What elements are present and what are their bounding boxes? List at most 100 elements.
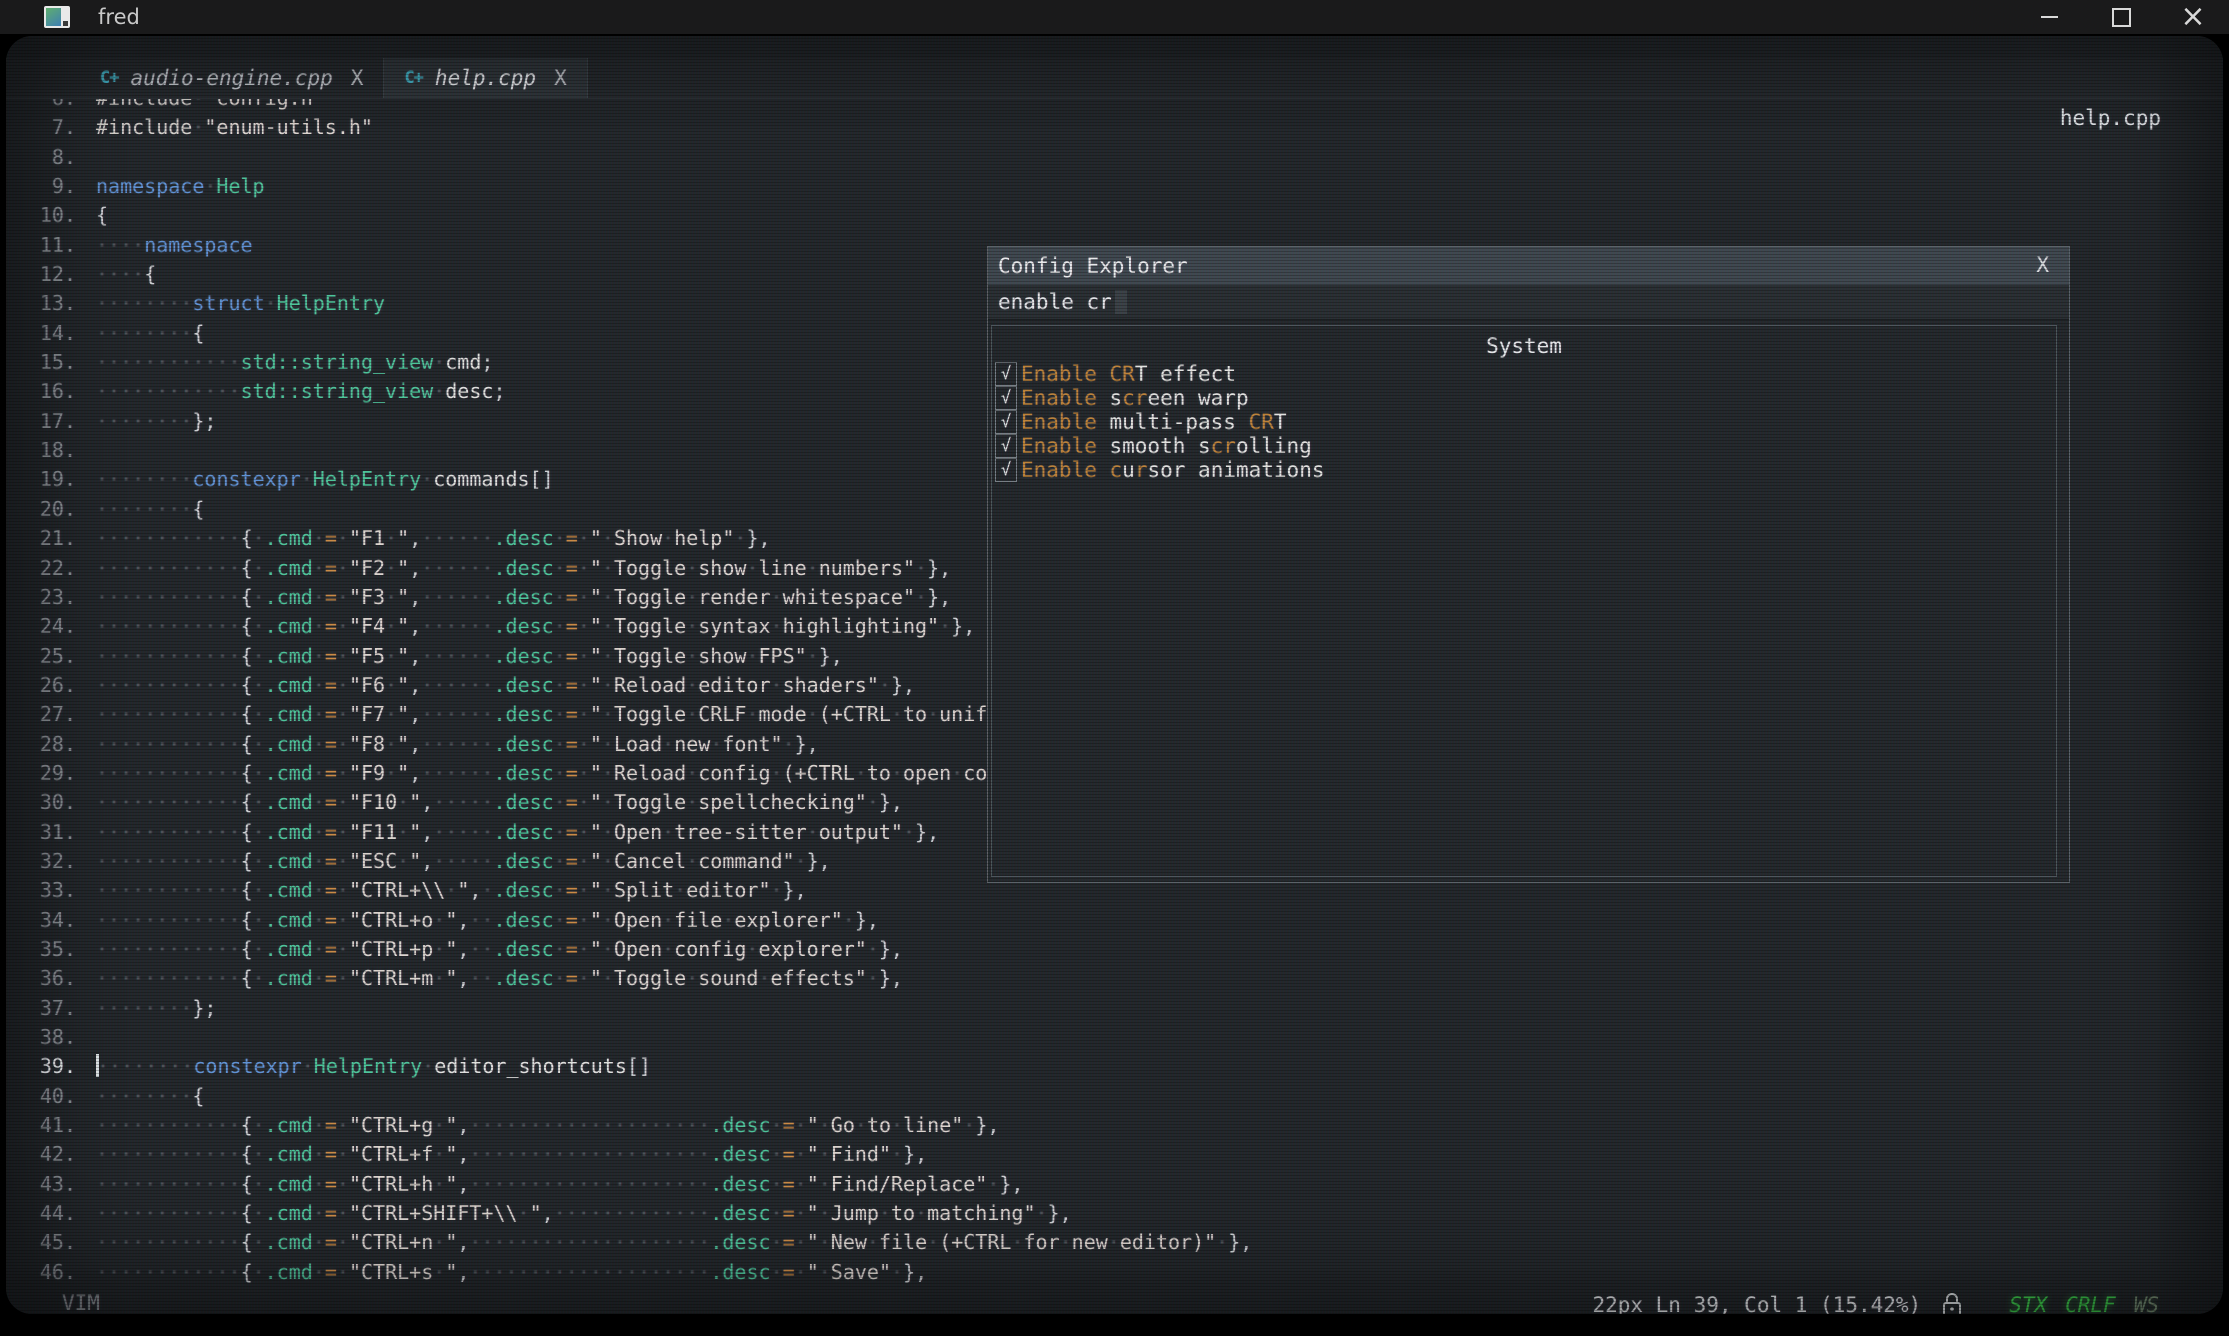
- line-number: 34.: [20, 906, 76, 935]
- line-number: 43.: [20, 1170, 76, 1199]
- code-line[interactable]: 42. ············{·.cmd·=·"CTRL+f·",······…: [20, 1140, 2223, 1169]
- code-line[interactable]: 38.: [20, 1023, 2223, 1052]
- code-line[interactable]: 43.············{·.cmd·=·"CTRL+h·",······…: [20, 1170, 2223, 1199]
- line-number: 27.: [20, 700, 76, 729]
- config-option[interactable]: √Enable screen warp: [992, 386, 2056, 410]
- line-number: 39.: [20, 1052, 76, 1081]
- checkbox-checked-icon[interactable]: √: [995, 386, 1017, 410]
- status-bar: VIM 22px Ln 39, Col 1 (15.42%) STXCRLFWS: [6, 1287, 2223, 1314]
- code-text: ········};: [96, 994, 216, 1023]
- code-text: ············{·.cmd·=·"F7·",······.desc·=…: [96, 700, 1060, 729]
- tab-close-icon[interactable]: X: [554, 66, 567, 90]
- line-number: 32.: [20, 847, 76, 876]
- line-number: 37.: [20, 994, 76, 1023]
- line-number: 21.: [20, 524, 76, 553]
- maximize-icon: [2112, 8, 2131, 27]
- code-text: ············{·.cmd·=·"CTRL+o·",··.desc·=…: [96, 906, 879, 935]
- code-line[interactable]: 8.: [20, 143, 2223, 172]
- config-option[interactable]: √Enable multi-pass CRT: [992, 410, 2056, 434]
- code-line[interactable]: 36.············{·.cmd·=·"CTRL+m·",··.des…: [20, 964, 2223, 993]
- maximize-button[interactable]: [2085, 0, 2157, 34]
- line-number: 10.: [20, 201, 76, 230]
- code-text: ············{·.cmd·=·"CTRL+f·",·········…: [96, 1140, 927, 1169]
- code-line[interactable]: 41. ············{·.cmd·=·"CTRL+g·",······…: [20, 1111, 2223, 1140]
- code-line[interactable]: 40. ········{: [20, 1082, 2223, 1111]
- code-line[interactable]: 34. ············{·.cmd·=·"CTRL+o·",··.des…: [20, 906, 2223, 935]
- config-options: √Enable CRT effect√Enable screen warp√En…: [992, 362, 2056, 482]
- code-text: ····{: [96, 260, 156, 289]
- tab-close-icon[interactable]: X: [351, 66, 364, 90]
- code-line[interactable]: 10. {: [20, 201, 2223, 230]
- checkbox-checked-icon[interactable]: √: [995, 410, 1017, 434]
- line-number: 18.: [20, 436, 76, 465]
- line-number: 20.: [20, 495, 76, 524]
- minimize-button[interactable]: [2013, 0, 2085, 34]
- lock-icon: [1941, 1291, 1963, 1314]
- checkbox-checked-icon[interactable]: √: [995, 434, 1017, 458]
- code-text: ········{: [96, 1082, 204, 1111]
- line-number: 26.: [20, 671, 76, 700]
- line-number: 11.: [20, 231, 76, 260]
- window-titlebar: fred ×: [0, 0, 2229, 34]
- code-line[interactable]: 46.············{·.cmd·=·"CTRL+s·",······…: [20, 1258, 2223, 1284]
- tab-label: help.cpp: [435, 66, 536, 90]
- code-line[interactable]: 37. ········};: [20, 994, 2223, 1023]
- checkbox-checked-icon[interactable]: √: [995, 362, 1017, 386]
- section-header: System: [992, 332, 2056, 360]
- line-number: 46.: [20, 1258, 76, 1284]
- code-text: ········constexpr·HelpEntry·editor_short…: [96, 1052, 651, 1081]
- line-number: 8.: [20, 143, 76, 172]
- line-number: 40.: [20, 1082, 76, 1111]
- code-line[interactable]: 7.#include·"enum-utils.h": [20, 113, 2223, 142]
- code-text: ············{·.cmd·=·"F2·",······.desc·=…: [96, 554, 951, 583]
- line-number: 22.: [20, 554, 76, 583]
- code-text: ············std::string_view·cmd;: [96, 348, 493, 377]
- window-title: fred: [98, 5, 140, 29]
- code-text: ············{·.cmd·=·"CTRL+\\·",·.desc·=…: [96, 876, 807, 905]
- code-text: namespace·Help: [96, 172, 265, 201]
- popup-titlebar: Config Explorer X: [988, 247, 2069, 285]
- code-text: ········struct·HelpEntry: [96, 289, 385, 318]
- code-line[interactable]: 35.············{·.cmd·=·"CTRL+p·",··.des…: [20, 935, 2223, 964]
- code-text: ············{·.cmd·=·"F5·",······.desc·=…: [96, 642, 843, 671]
- code-text: ············std::string_view·desc;: [96, 377, 505, 406]
- line-number: 41.: [20, 1111, 76, 1140]
- status-flag-STX: STX: [2009, 1293, 2047, 1315]
- popup-title: Config Explorer: [998, 254, 1188, 278]
- code-text: ········{: [96, 319, 204, 348]
- code-line[interactable]: 44.············{·.cmd·=·"CTRL+SHIFT+\\·"…: [20, 1199, 2223, 1228]
- line-number: 14.: [20, 319, 76, 348]
- code-text: ············{·.cmd·=·"CTRL+SHIFT+\\·",··…: [96, 1199, 1072, 1228]
- tab-audio-engine.cpp[interactable]: C+audio-engine.cppX: [80, 58, 384, 98]
- config-option[interactable]: √Enable smooth scrolling: [992, 434, 2056, 458]
- cursor-position-info: 22px Ln 39, Col 1 (15.42%): [1592, 1293, 1921, 1315]
- code-text: ············{·.cmd·=·"F4·",······.desc·=…: [96, 612, 975, 641]
- checkbox-checked-icon[interactable]: √: [995, 458, 1017, 482]
- config-search-input[interactable]: enable cr: [988, 285, 2069, 320]
- code-text: ············{·.cmd·=·"CTRL+g·",·········…: [96, 1111, 999, 1140]
- line-number: 42.: [20, 1140, 76, 1169]
- config-option[interactable]: √Enable cursor animations: [992, 458, 2056, 482]
- popup-close-icon[interactable]: X: [2036, 253, 2049, 277]
- tab-help.cpp[interactable]: C+help.cppX: [384, 58, 587, 98]
- code-text: {: [96, 201, 108, 230]
- code-text: #include·"enum-utils.h": [96, 113, 373, 142]
- code-line[interactable]: 9.namespace·Help: [20, 172, 2223, 201]
- line-number: 19.: [20, 465, 76, 494]
- cpp-file-icon: C+: [100, 68, 118, 88]
- line-number: 29.: [20, 759, 76, 788]
- code-text: ········{: [96, 495, 204, 524]
- code-text: ····namespace: [96, 231, 253, 260]
- tab-bar: C+audio-engine.cppXC+ help.cpp X: [6, 58, 2223, 99]
- line-number: 17.: [20, 407, 76, 436]
- config-option[interactable]: √Enable CRT effect: [992, 362, 2056, 386]
- line-number: 12.: [20, 260, 76, 289]
- line-number: 31.: [20, 818, 76, 847]
- code-text: ············{·.cmd·=·"F3·",······.desc·=…: [96, 583, 951, 612]
- code-line[interactable]: 39. ········constexpr·HelpEntry·editor_sh…: [20, 1052, 2223, 1081]
- close-button[interactable]: ×: [2157, 0, 2229, 34]
- code-line[interactable]: 45.············{·.cmd·=·"CTRL+n·",······…: [20, 1228, 2223, 1257]
- code-text: ············{·.cmd·=·"F1·",······.desc·=…: [96, 524, 771, 553]
- line-number: 38.: [20, 1023, 76, 1052]
- code-text: ············{·.cmd·=·"F8·",······.desc·=…: [96, 730, 819, 759]
